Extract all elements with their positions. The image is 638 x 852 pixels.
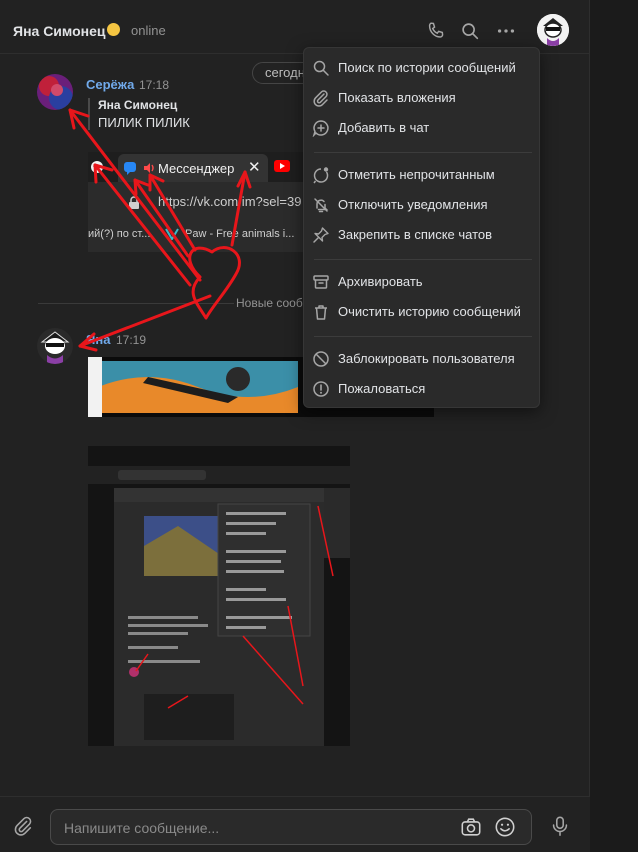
message-composer: Напишите сообщение... (0, 796, 590, 852)
menu-item-label: Отключить уведомления (338, 197, 488, 212)
message-author[interactable]: Серёжа (86, 77, 134, 92)
trash-icon (315, 305, 327, 320)
browser-tab: Мессенджер ✕ (118, 154, 268, 182)
browser-screenshot-attachment[interactable]: Мессенджер ✕ https://vk.com/im?sel=39 ий… (88, 152, 304, 252)
menu-item-report[interactable]: Пожаловаться (304, 374, 541, 404)
attach-icon[interactable] (12, 815, 34, 837)
menu-item-label: Пожаловаться (338, 381, 426, 396)
menu-item-label: Показать вложения (338, 90, 456, 105)
menu-item-label: Архивировать (338, 274, 423, 289)
search-icon[interactable] (459, 20, 481, 42)
menu-item-block-user[interactable]: Заблокировать пользователя (304, 344, 541, 374)
peer-name[interactable]: Яна Симонец (13, 23, 105, 39)
menu-item-search-history[interactable]: Поиск по истории сообщений (304, 53, 541, 83)
camera-icon[interactable] (460, 816, 482, 838)
menu-item-show-attachments[interactable]: Показать вложения (304, 83, 541, 113)
microphone-icon[interactable] (549, 815, 571, 837)
author-avatar[interactable] (37, 74, 73, 110)
globe-icon (91, 161, 103, 173)
tab-label: Мессенджер (158, 161, 235, 176)
report-icon (313, 381, 329, 397)
address-bar-url: https://vk.com/im?sel=39 (158, 194, 302, 209)
menu-separator (314, 336, 532, 337)
tab-close-icon: ✕ (248, 159, 261, 176)
menu-item-label: Очистить историю сообщений (338, 304, 521, 319)
messenger-icon (124, 162, 136, 175)
pin-icon (313, 227, 329, 243)
menu-item-label: Поиск по истории сообщений (338, 60, 516, 75)
bookmark-item: ий(?) по ст... (88, 228, 151, 240)
menu-item-label: Добавить в чат (338, 120, 430, 135)
menu-item-archive[interactable]: Архивировать (304, 267, 541, 297)
archive-icon (313, 275, 329, 289)
block-icon (313, 351, 329, 367)
author-avatar[interactable] (37, 328, 73, 364)
message-input-placeholder: Напишите сообщение... (64, 820, 220, 836)
lock-icon (129, 196, 139, 209)
message-time: 17:18 (139, 78, 170, 92)
menu-separator (314, 259, 532, 260)
add-chat-icon (312, 120, 329, 137)
phone-icon[interactable] (425, 20, 447, 42)
message-author[interactable]: Яна (86, 332, 110, 347)
menu-item-label: Закрепить в списке чатов (338, 227, 493, 242)
paperclip-icon (313, 90, 328, 107)
emoji-icon[interactable] (494, 816, 516, 838)
menu-item-label: Заблокировать пользователя (338, 351, 515, 366)
message-time: 17:19 (116, 333, 147, 347)
menu-item-clear-history[interactable]: Очистить историю сообщений (304, 297, 541, 327)
speaker-icon (144, 163, 154, 173)
peer-avatar[interactable] (537, 14, 569, 46)
menu-item-add-to-chat[interactable]: Добавить в чат (304, 113, 541, 143)
menu-item-mark-unread[interactable]: Отметить непрочитанным (304, 160, 541, 190)
chat-actions-menu: Поиск по истории сообщений Показать влож… (303, 47, 540, 408)
status-emoji-icon (107, 23, 120, 36)
unread-icon (313, 167, 329, 184)
bell-off-icon (314, 198, 329, 213)
menu-item-mute[interactable]: Отключить уведомления (304, 190, 541, 220)
menu-item-pin[interactable]: Закрепить в списке чатов (304, 220, 541, 250)
youtube-icon (274, 160, 290, 172)
forwarded-author: Яна Симонец (98, 98, 178, 112)
menu-item-label: Отметить непрочитанным (338, 167, 495, 182)
peer-status: online (131, 23, 166, 38)
paw-bookmark-icon (165, 228, 179, 240)
more-icon[interactable] (495, 20, 517, 42)
background-strip (590, 0, 638, 852)
forwarded-text: ПИЛИК ПИЛИК (98, 115, 190, 130)
bookmark-item: Paw - Free animals i... (185, 228, 295, 240)
menu-separator (314, 152, 532, 153)
search-icon (313, 60, 329, 76)
forwarded-message[interactable]: Яна Симонец ПИЛИК ПИЛИК (88, 98, 190, 130)
screenshot-attachment[interactable] (88, 446, 350, 746)
